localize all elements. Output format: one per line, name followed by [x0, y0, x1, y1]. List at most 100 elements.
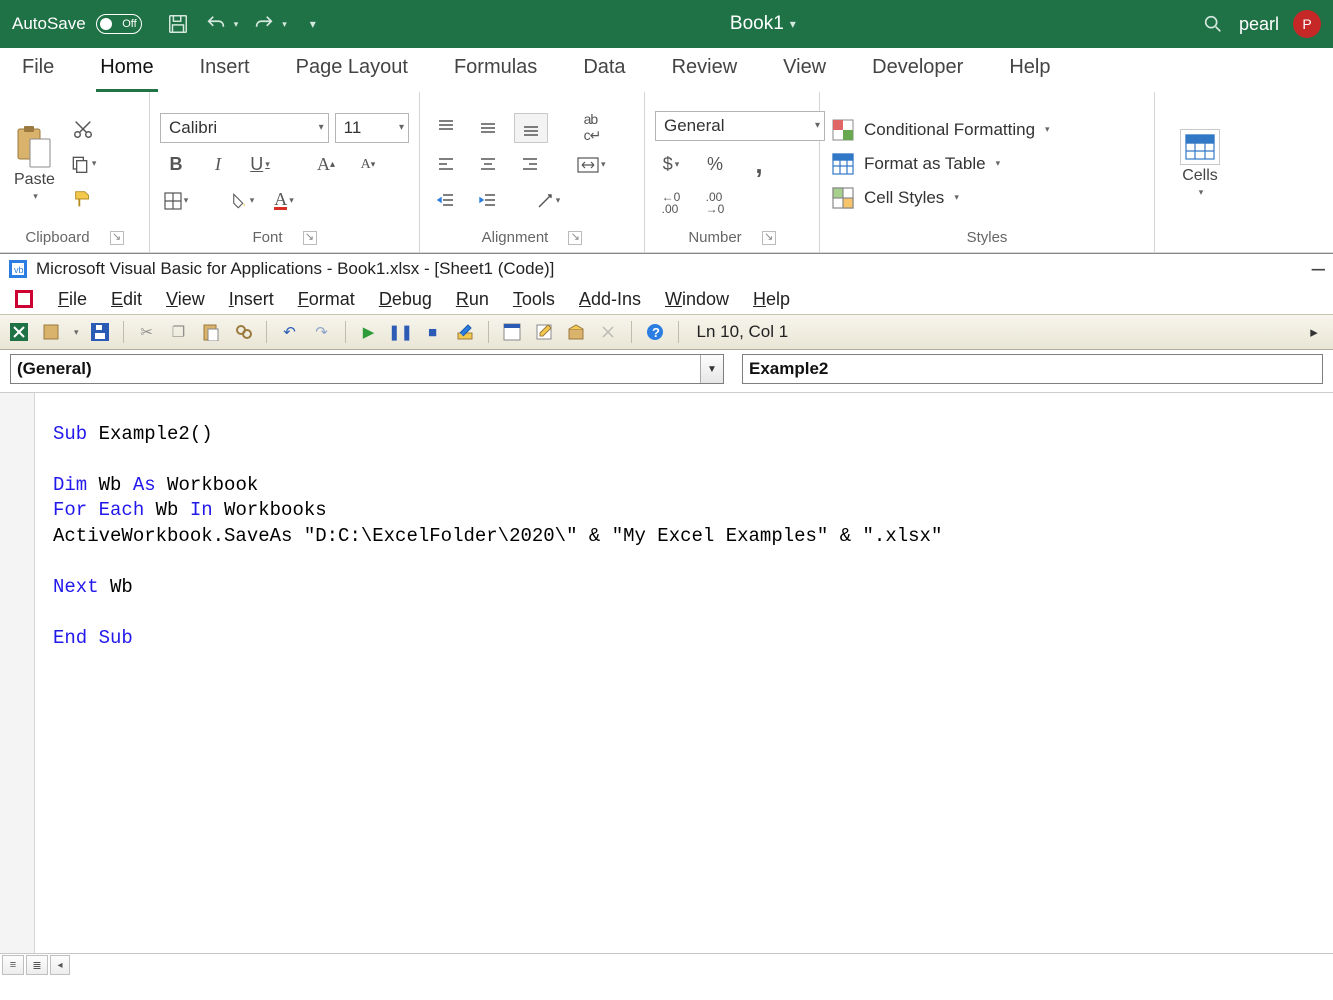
vbe-code-pane[interactable]: Sub Example2() Dim Wb As Workbook For Ea… [0, 393, 1333, 953]
alignment-dialog-launcher[interactable]: ↘ [568, 231, 582, 245]
merge-center-icon[interactable]: ▾ [574, 151, 609, 179]
cut-icon[interactable]: ✂ [136, 321, 158, 343]
vbe-menu-addins[interactable]: Add-Ins [579, 289, 641, 310]
align-left-icon[interactable] [430, 151, 462, 179]
accounting-format-icon[interactable]: $▾ [655, 151, 687, 179]
full-module-view-icon[interactable]: ≣ [26, 955, 48, 975]
vbe-menu-run[interactable]: Run [456, 289, 489, 310]
cell-styles-button[interactable]: Cell Styles▾ [830, 185, 959, 211]
vbe-menu-file[interactable]: File [58, 289, 87, 310]
vbe-menu-debug[interactable]: Debug [379, 289, 432, 310]
conditional-formatting-button[interactable]: Conditional Formatting▾ [830, 117, 1050, 143]
undo-icon[interactable] [204, 12, 228, 36]
title-dropdown-icon[interactable]: ▾ [790, 17, 796, 31]
project-explorer-icon[interactable] [501, 321, 523, 343]
ribbon-tab-help[interactable]: Help [1005, 48, 1054, 92]
vbe-menu-help[interactable]: Help [753, 289, 790, 310]
vbe-menu-edit[interactable]: Edit [111, 289, 142, 310]
wrap-text-icon[interactable]: abc↵ [576, 114, 608, 142]
find-icon[interactable] [232, 321, 254, 343]
ribbon-tab-developer[interactable]: Developer [868, 48, 967, 92]
increase-decimal-icon[interactable]: ←0.00 [655, 189, 687, 217]
chevron-down-icon[interactable]: ▼ [700, 355, 723, 383]
save-icon[interactable] [89, 321, 111, 343]
insert-module-icon[interactable] [40, 321, 62, 343]
decrease-decimal-icon[interactable]: .00→0 [699, 189, 731, 217]
increase-indent-icon[interactable] [472, 187, 504, 215]
fill-color-icon[interactable]: ▾ [226, 187, 258, 215]
qat-customize-icon[interactable]: ▾ [301, 12, 325, 36]
autosave-toggle[interactable]: AutoSave Off [12, 14, 142, 34]
document-title[interactable]: Book1 ▾ [341, 13, 1185, 35]
save-icon[interactable] [166, 12, 190, 36]
object-browser-icon[interactable] [565, 321, 587, 343]
procedure-view-icon[interactable]: ≡ [2, 955, 24, 975]
align-top-icon[interactable] [430, 114, 462, 142]
toolbox-icon[interactable] [597, 321, 619, 343]
comma-format-icon[interactable]: , [743, 151, 775, 179]
vbe-menu-view[interactable]: View [166, 289, 205, 310]
percent-format-icon[interactable]: % [699, 151, 731, 179]
vbe-procedure-combo[interactable]: Example2 [742, 354, 1323, 384]
undo-dropdown-icon[interactable]: ▾ [234, 19, 239, 30]
number-format-combo[interactable]: General▾ [655, 111, 825, 141]
help-icon[interactable]: ? [644, 321, 666, 343]
scroll-left-icon[interactable]: ◂ [50, 955, 70, 975]
format-as-table-button[interactable]: Format as Table▾ [830, 151, 1000, 177]
borders-icon[interactable]: ▾ [160, 187, 192, 215]
vbe-system-menu-icon[interactable] [14, 289, 34, 309]
vbe-minimize-icon[interactable]: – [1312, 255, 1325, 283]
bold-button[interactable]: B [160, 151, 192, 179]
vbe-object-combo[interactable]: (General) ▼ [10, 354, 724, 384]
toolbar-overflow-icon[interactable]: ▸ [1303, 321, 1325, 343]
ribbon-tab-view[interactable]: View [779, 48, 830, 92]
paste-icon[interactable] [200, 321, 222, 343]
redo-icon[interactable] [252, 12, 276, 36]
user-name[interactable]: pearl [1239, 14, 1279, 35]
font-size-combo[interactable]: 11▾ [335, 113, 409, 143]
increase-font-icon[interactable]: A▴ [310, 151, 342, 179]
properties-icon[interactable] [533, 321, 555, 343]
ribbon-tab-insert[interactable]: Insert [196, 48, 254, 92]
vbe-code-text[interactable]: Sub Example2() Dim Wb As Workbook For Ea… [35, 412, 1333, 934]
copy-icon[interactable]: ❐ [168, 321, 190, 343]
align-right-icon[interactable] [514, 151, 546, 179]
align-bottom-icon[interactable] [514, 113, 548, 143]
font-name-combo[interactable]: Calibri▾ [160, 113, 329, 143]
break-icon[interactable]: ❚❚ [390, 321, 412, 343]
design-mode-icon[interactable] [454, 321, 476, 343]
vbe-menu-insert[interactable]: Insert [229, 289, 274, 310]
cut-icon[interactable] [72, 118, 94, 140]
run-icon[interactable]: ▶ [358, 321, 380, 343]
ribbon-tab-page-layout[interactable]: Page Layout [292, 48, 412, 92]
italic-button[interactable]: I [202, 151, 234, 179]
search-icon[interactable] [1201, 12, 1225, 36]
align-middle-icon[interactable] [472, 114, 504, 142]
number-dialog-launcher[interactable]: ↘ [762, 231, 776, 245]
underline-button[interactable]: U▾ [244, 151, 276, 179]
undo-icon[interactable]: ↶ [279, 321, 301, 343]
redo-icon[interactable]: ↷ [311, 321, 333, 343]
ribbon-tab-formulas[interactable]: Formulas [450, 48, 541, 92]
align-center-icon[interactable] [472, 151, 504, 179]
user-avatar[interactable]: P [1293, 10, 1321, 38]
redo-dropdown-icon[interactable]: ▾ [282, 19, 287, 30]
decrease-indent-icon[interactable] [430, 187, 462, 215]
vbe-menu-format[interactable]: Format [298, 289, 355, 310]
cells-button[interactable]: Cells ▾ [1176, 127, 1224, 200]
autosave-switch[interactable]: Off [96, 14, 142, 34]
copy-icon[interactable]: ▾ [67, 150, 100, 178]
ribbon-tab-home[interactable]: Home [96, 48, 157, 92]
format-painter-icon[interactable] [72, 188, 94, 210]
paste-button[interactable]: Paste ▾ [10, 123, 59, 204]
font-dialog-launcher[interactable]: ↘ [303, 231, 317, 245]
ribbon-tab-file[interactable]: File [18, 48, 58, 92]
decrease-font-icon[interactable]: A▾ [352, 151, 384, 179]
chevron-down-icon[interactable]: ▾ [74, 327, 79, 338]
ribbon-tab-review[interactable]: Review [668, 48, 742, 92]
vbe-menu-tools[interactable]: Tools [513, 289, 555, 310]
vbe-menu-window[interactable]: Window [665, 289, 729, 310]
view-excel-icon[interactable] [8, 321, 30, 343]
font-color-icon[interactable]: A▾ [268, 187, 300, 215]
reset-icon[interactable]: ■ [422, 321, 444, 343]
